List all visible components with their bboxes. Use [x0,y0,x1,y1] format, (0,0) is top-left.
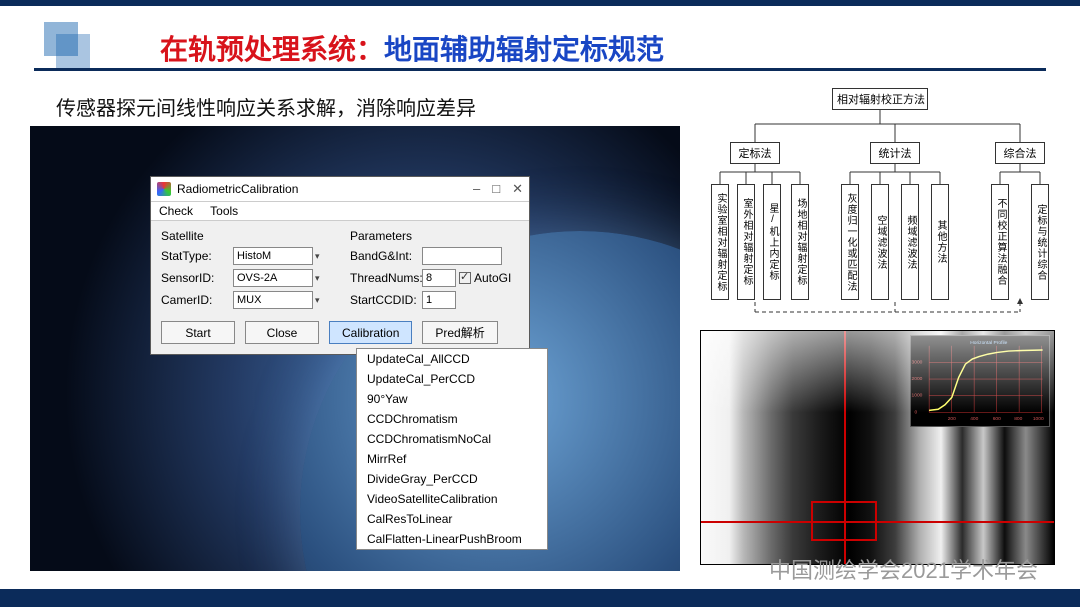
title-underline [34,68,1046,71]
leaf-a4: 场地相对辐射定标 [791,184,809,300]
leaf-c1: 不同校正算法融合 [991,184,1009,300]
crosshair-v [844,331,846,564]
group-satellite-legend: Satellite [161,229,330,243]
crosshair-h [701,521,1054,523]
stattype-label: StatType: [161,249,233,263]
chevron-down-icon[interactable]: ▾ [315,295,320,306]
camerid-label: CamerID: [161,293,233,307]
close-button[interactable]: Close [245,321,319,344]
start-button[interactable]: Start [161,321,235,344]
threadnums-input[interactable] [422,269,456,287]
chevron-down-icon[interactable]: ▾ [315,273,320,284]
sensorid-input[interactable] [233,269,313,287]
title-part-red: 在轨预处理系统： [160,34,384,65]
svg-text:600: 600 [993,416,1001,422]
dropdown-item[interactable]: CalFlatten-LinearPushBroom [357,529,547,549]
embedded-screenshot: RadiometricCalibration – □ ✕ Check Tools… [30,126,680,571]
slide-subtitle: 传感器探元间线性响应关系求解，消除响应差异 [56,92,476,121]
dropdown-item[interactable]: VideoSatelliteCalibration [357,489,547,509]
camerid-input[interactable] [233,291,313,309]
menu-tools[interactable]: Tools [210,204,238,218]
minimize-icon[interactable]: – [473,181,480,197]
svg-text:1000: 1000 [1033,416,1044,422]
dialog-titlebar[interactable]: RadiometricCalibration – □ ✕ [151,177,529,202]
app-icon [157,182,171,196]
dialog-menubar: Check Tools [151,202,529,221]
dropdown-item[interactable]: MirrRef [357,449,547,469]
svg-text:0: 0 [914,409,917,415]
autogi-checkbox[interactable] [459,272,471,284]
dropdown-item[interactable]: CalResToLinear [357,509,547,529]
horizontal-profile-plot: 0 1000 2000 3000 200 400 600 800 1000 Ho… [910,335,1050,427]
calibration-dialog: RadiometricCalibration – □ ✕ Check Tools… [150,176,530,355]
pred-button[interactable]: Pred解析 [422,321,497,344]
logo-icon [44,22,94,72]
leaf-c2: 定标与统计综合 [1031,184,1049,300]
leaf-a2: 室外相对辐射定标 [737,184,755,300]
dropdown-item[interactable]: CCDChromatism [357,409,547,429]
dialog-title-text: RadiometricCalibration [177,182,298,196]
title-part-blue: 地面辅助辐射定标规范 [384,34,664,65]
svg-text:1000: 1000 [912,393,923,399]
leaf-b3: 频域滤波法 [901,184,919,300]
slide-top-bar [0,0,1080,6]
footer-watermark: 中国测绘学会2021学术年会 [769,553,1038,585]
dropdown-item[interactable]: DivideGray_PerCCD [357,469,547,489]
svg-text:2000: 2000 [912,376,923,382]
threadnums-label: ThreadNums: [350,271,422,285]
svg-text:800: 800 [1014,416,1022,422]
chevron-down-icon[interactable]: ▾ [315,251,320,262]
histogram-preview: 0 1000 2000 3000 200 400 600 800 1000 Ho… [700,330,1055,565]
svg-text:400: 400 [970,416,978,422]
leaf-b2: 空域滤波法 [871,184,889,300]
menu-check[interactable]: Check [159,204,193,218]
close-icon[interactable]: ✕ [512,181,523,197]
diagram-branch-b: 统计法 [870,142,920,164]
method-diagram: 相对辐射校正方法 定标法 统计法 综合法 实验室相对辐射定标 室外相对辐射定标 … [700,84,1060,319]
selection-box [811,501,877,541]
sensorid-label: SensorID: [161,271,233,285]
profile-title: Horizontal Profile [970,340,1007,346]
diagram-branch-a: 定标法 [730,142,780,164]
bandint-label: BandG&Int: [350,249,422,263]
maximize-icon[interactable]: □ [492,181,500,197]
diagram-root: 相对辐射校正方法 [832,88,928,110]
slide-bottom-bar [0,589,1080,607]
svg-text:200: 200 [948,416,956,422]
dropdown-item[interactable]: CCDChromatismNoCal [357,429,547,449]
leaf-b4: 其他方法 [931,184,949,300]
stattype-input[interactable] [233,247,313,265]
diagram-branch-c: 综合法 [995,142,1045,164]
startccd-input[interactable] [422,291,456,309]
calibration-button[interactable]: Calibration [329,321,412,344]
group-parameters-legend: Parameters [350,229,519,243]
svg-text:3000: 3000 [912,359,923,365]
dropdown-item[interactable]: UpdateCal_PerCCD [357,369,547,389]
autogi-label: AutoGI [474,271,511,285]
dropdown-item[interactable]: 90°Yaw [357,389,547,409]
bandint-input[interactable] [422,247,502,265]
leaf-a1: 实验室相对辐射定标 [711,184,729,300]
startccd-label: StartCCDID: [350,293,422,307]
leaf-a3: 星/机上内定标 [763,184,781,300]
slide-title: 在轨预处理系统：地面辅助辐射定标规范 [160,28,664,68]
dropdown-item[interactable]: UpdateCal_AllCCD [357,349,547,369]
leaf-b1: 灰度归一化或匹配法 [841,184,859,300]
calibration-dropdown[interactable]: UpdateCal_AllCCD UpdateCal_PerCCD 90°Yaw… [356,348,548,550]
